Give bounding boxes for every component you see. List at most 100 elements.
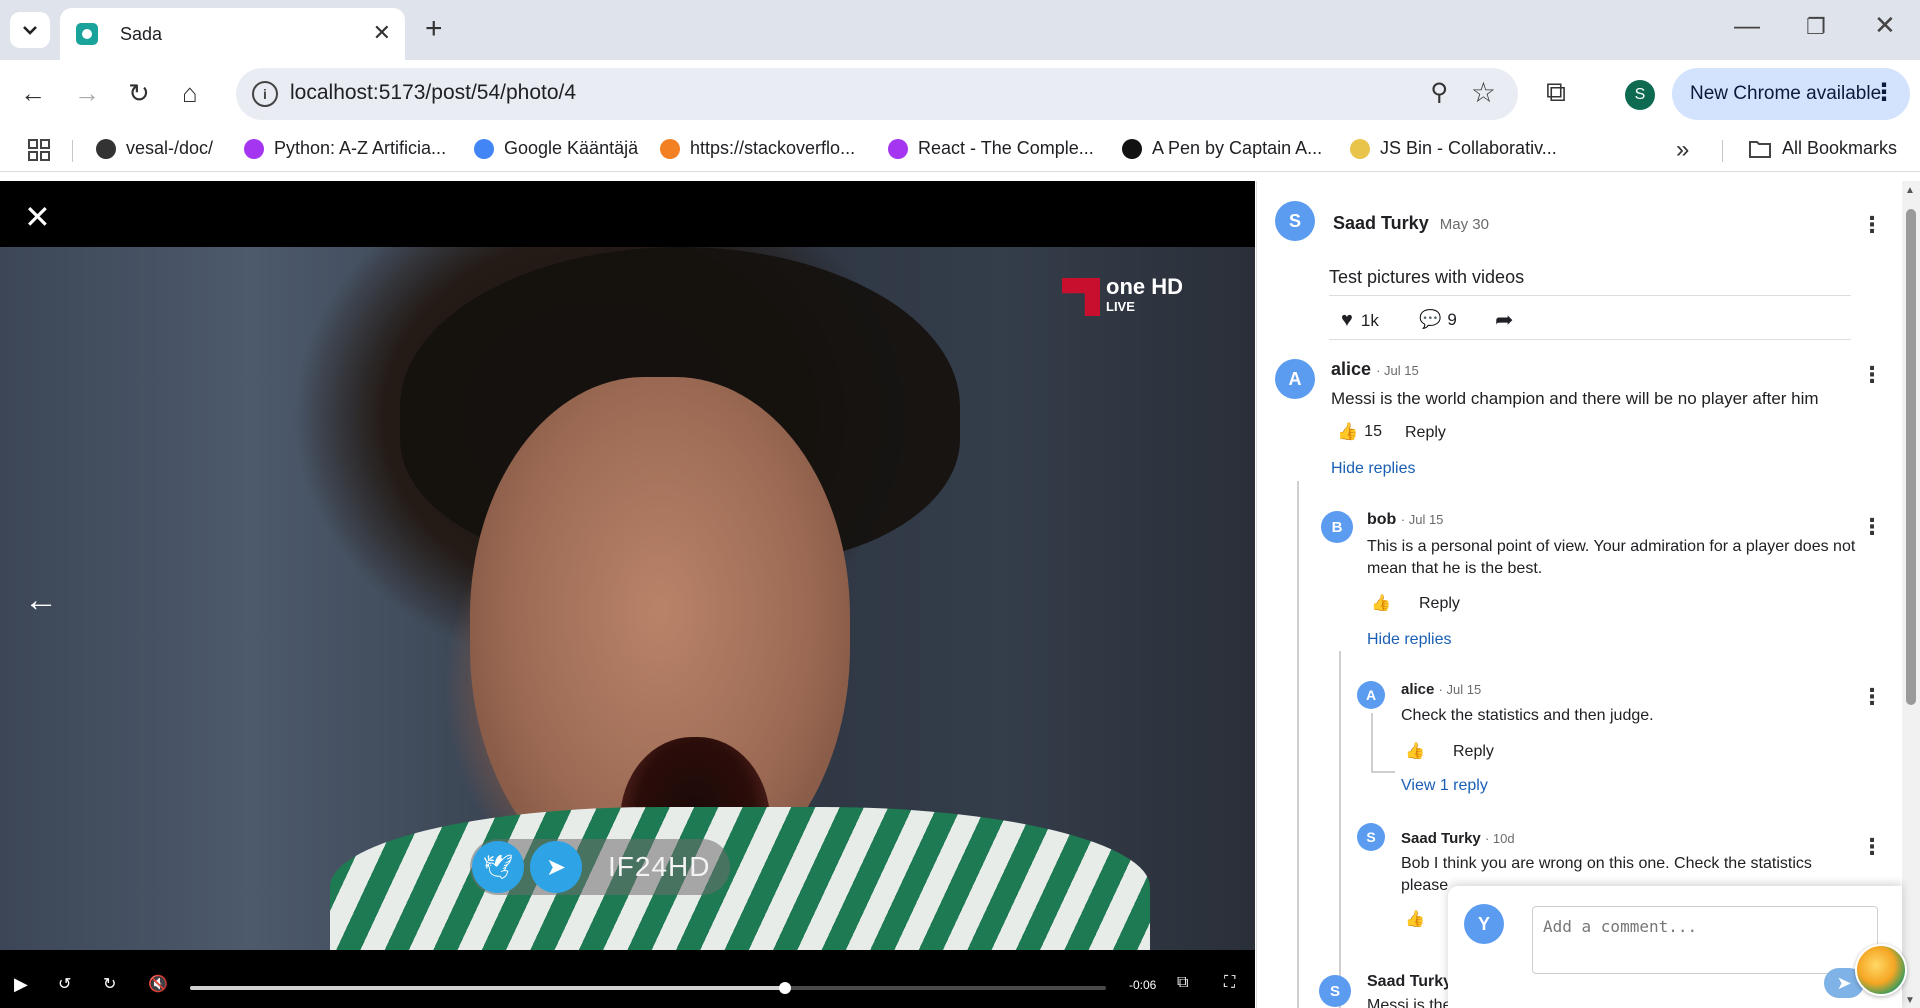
avatar[interactable]: S	[1357, 823, 1385, 851]
kebab-menu-icon[interactable]: ⋮	[1872, 78, 1896, 107]
comment-author-name[interactable]: alice	[1331, 359, 1371, 379]
comment-author-name[interactable]: bob	[1367, 511, 1396, 528]
back-arrow-icon[interactable]: ←	[20, 78, 46, 108]
comment-author[interactable]: alice · Jul 15	[1331, 359, 1419, 380]
view-replies-link[interactable]: View 1 reply	[1401, 777, 1488, 795]
share-arrow-icon[interactable]: ➦	[1495, 307, 1513, 333]
scroll-up-arrow-icon[interactable]: ▲	[1905, 185, 1915, 196]
comment-menu-icon[interactable]: ⋮	[1861, 686, 1883, 708]
post-comments-button[interactable]: 💬 9	[1419, 309, 1457, 330]
avatar[interactable]: B	[1321, 511, 1353, 543]
hide-replies-link[interactable]: Hide replies	[1367, 631, 1451, 649]
telegram-icon: ➤	[530, 841, 582, 893]
divider	[1329, 339, 1851, 340]
thumbs-up-icon[interactable]: 👍	[1405, 909, 1425, 929]
scrollbar-thumb[interactable]	[1906, 209, 1916, 705]
comment-author[interactable]: alice · Jul 15	[1401, 681, 1481, 698]
comment-composer: Y Add a comment... ➤	[1448, 886, 1902, 1008]
thumbs-up-icon[interactable]: 👍	[1371, 593, 1391, 613]
picture-in-picture-icon[interactable]: ⧉	[1177, 974, 1188, 992]
profile-avatar[interactable]: S	[1625, 80, 1655, 110]
comment-author[interactable]: Saad Turky	[1367, 973, 1452, 991]
bookmark-item[interactable]: A Pen by Captain A...	[1122, 138, 1322, 159]
scrollbar[interactable]: ▲ ▼	[1902, 181, 1920, 1008]
avatar[interactable]: A	[1275, 359, 1315, 399]
post-author[interactable]: Saad Turky May 30	[1333, 213, 1489, 234]
new-tab-icon[interactable]: +	[425, 14, 443, 44]
channel-logo: one HD LIVE	[1062, 276, 1183, 317]
comment-author-name[interactable]: Saad Turky	[1401, 830, 1481, 847]
hide-replies-link[interactable]: Hide replies	[1331, 460, 1415, 478]
post-like-button[interactable]: ♥ 1k	[1341, 309, 1379, 332]
extensions-puzzle-icon[interactable]: ⧉	[1546, 76, 1566, 109]
comment-menu-icon[interactable]: ⋮	[1861, 516, 1883, 538]
avatar[interactable]: S	[1319, 975, 1351, 1007]
forward-10-icon[interactable]: ↻	[103, 974, 116, 994]
rewind-10-icon[interactable]: ↺	[58, 974, 71, 994]
google-translate-icon	[474, 138, 494, 159]
bookmark-item[interactable]: React - The Comple...	[888, 138, 1094, 159]
post-date: May 30	[1439, 216, 1489, 233]
restore-icon[interactable]: ❐	[1806, 14, 1826, 40]
more-bookmarks-chevron-icon[interactable]: »	[1676, 136, 1689, 164]
fullscreen-icon[interactable]: ⛶	[1224, 974, 1235, 992]
mute-icon[interactable]: 🔇	[148, 974, 168, 994]
reply-button[interactable]: Reply	[1405, 424, 1446, 442]
site-info-icon[interactable]: i	[252, 81, 278, 107]
forward-arrow-icon[interactable]: →	[74, 78, 100, 108]
seek-bar[interactable]	[190, 982, 1106, 994]
comment-input[interactable]: Add a comment...	[1532, 906, 1878, 974]
time-remaining: -0:06	[1129, 978, 1157, 992]
close-tab-icon[interactable]: ✕	[373, 22, 391, 44]
address-bar[interactable]: i localhost:5173/post/54/photo/4 ⚲ ☆	[236, 68, 1518, 120]
comment-author-name[interactable]: Saad Turky	[1367, 973, 1452, 990]
avatar[interactable]: S	[1275, 201, 1315, 241]
bookmark-item[interactable]: https://stackoverflo...	[660, 138, 855, 159]
previous-media-arrow-icon[interactable]: ←	[24, 581, 58, 620]
bookmark-item[interactable]: JS Bin - Collaborativ...	[1350, 138, 1557, 159]
bookmark-item[interactable]: Google Kääntäjä	[474, 138, 638, 159]
comment-author[interactable]: bob · Jul 15	[1367, 511, 1443, 529]
reply-button[interactable]: Reply	[1453, 743, 1494, 761]
all-bookmarks-button[interactable]: All Bookmarks	[1748, 138, 1897, 159]
home-icon[interactable]: ⌂	[182, 78, 198, 108]
thumbs-up-icon: 👍	[1337, 422, 1359, 441]
apps-grid-icon[interactable]	[28, 139, 50, 161]
bookmark-item[interactable]: vesal-/doc/	[96, 138, 213, 159]
comment-like-button[interactable]: 👍 15	[1337, 422, 1382, 442]
update-label: New Chrome available	[1690, 83, 1882, 104]
avatar[interactable]: A	[1357, 681, 1385, 709]
video-player[interactable]: one HD LIVE 🕊 ➤ IF24HD	[0, 247, 1255, 950]
minimize-icon[interactable]: —	[1734, 10, 1760, 41]
comment-menu-icon[interactable]: ⋮	[1861, 364, 1883, 386]
thumbs-up-icon[interactable]: 👍	[1405, 741, 1425, 761]
bookmark-star-icon[interactable]: ☆	[1471, 76, 1496, 109]
post-menu-icon[interactable]: ⋮	[1861, 214, 1883, 236]
update-chrome-button[interactable]: New Chrome available ⋮	[1672, 68, 1910, 120]
comment-author[interactable]: Saad Turky · 10d	[1401, 830, 1515, 847]
window-close-icon[interactable]: ✕	[1874, 10, 1896, 41]
browser-tab-active[interactable]: Sada ✕	[60, 8, 405, 60]
bookmark-label: JS Bin - Collaborativ...	[1380, 138, 1557, 158]
zoom-icon[interactable]: ⚲	[1430, 78, 1448, 107]
seek-handle[interactable]	[779, 982, 792, 994]
play-icon[interactable]: ▶	[14, 974, 28, 995]
assistant-bubble-icon[interactable]	[1855, 944, 1907, 996]
comment-date: · Jul 15	[1400, 512, 1444, 527]
tab-title: Sada	[120, 23, 163, 44]
url-text[interactable]: localhost:5173/post/54/photo/4	[290, 81, 576, 105]
bookmark-item[interactable]: Python: A-Z Artificia...	[244, 138, 446, 159]
post-author-name[interactable]: Saad Turky	[1333, 213, 1429, 233]
tab-search-button[interactable]	[10, 12, 50, 48]
scroll-down-arrow-icon[interactable]: ▼	[1905, 995, 1915, 1006]
comment-author-name[interactable]: alice	[1401, 681, 1434, 698]
udemy-icon	[888, 138, 908, 159]
reload-icon[interactable]: ↻	[128, 78, 150, 108]
reply-button[interactable]: Reply	[1419, 595, 1460, 613]
comments-panel: S Saad Turky May 30 ⋮ Test pictures with…	[1256, 181, 1920, 1008]
comment-text: This is a personal point of view. Your a…	[1367, 538, 1856, 578]
comment-like-count: 15	[1364, 423, 1382, 440]
comment-menu-icon[interactable]: ⋮	[1861, 836, 1883, 858]
close-viewer-icon[interactable]: ✕	[24, 201, 51, 233]
comment-date: · 10d	[1484, 831, 1515, 846]
